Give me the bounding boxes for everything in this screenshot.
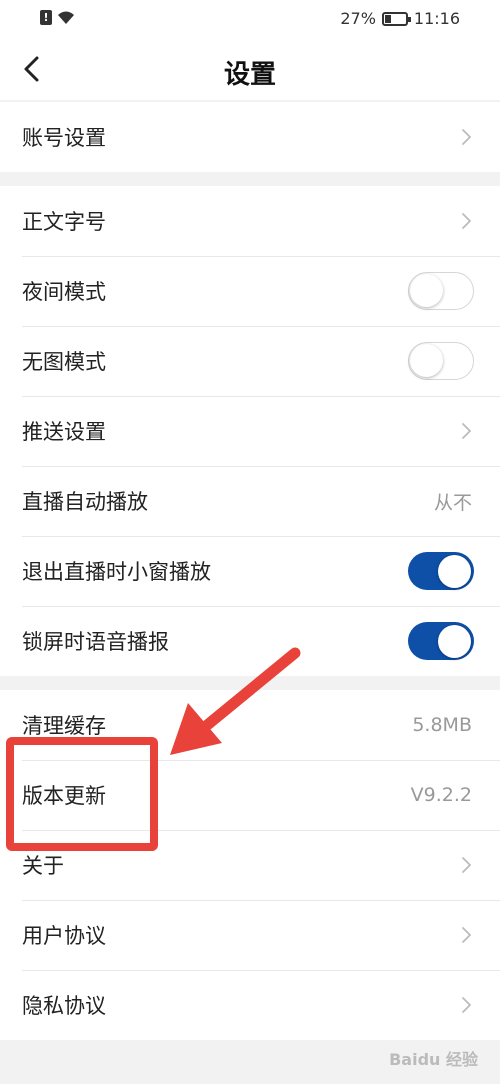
status-left: ! bbox=[40, 10, 76, 25]
settings-group-about: 清理缓存 5.8MB 版本更新 V9.2.2 关于用户协议隐私协议 bbox=[0, 690, 500, 1040]
settings-row-value: 从不 bbox=[433, 491, 472, 514]
chevron-right-icon bbox=[462, 857, 471, 873]
clock: 11:16 bbox=[413, 9, 460, 28]
settings-row-label: 清理缓存 bbox=[22, 714, 106, 738]
settings-row-label: 隐私协议 bbox=[22, 994, 106, 1018]
toggle-switch[interactable] bbox=[408, 622, 474, 660]
toggle-knob bbox=[438, 625, 471, 658]
wifi-icon bbox=[58, 11, 74, 24]
battery-level bbox=[384, 14, 391, 23]
toggle-switch[interactable] bbox=[408, 342, 474, 380]
toggle-knob bbox=[410, 274, 443, 307]
page-title: 设置 bbox=[223, 60, 276, 90]
settings-row-label: 无图模式 bbox=[22, 350, 106, 374]
settings-row-label: 锁屏时语音播报 bbox=[22, 630, 169, 654]
toggle-switch[interactable] bbox=[408, 272, 474, 310]
settings-row-value: V9.2.2 bbox=[410, 784, 472, 806]
toggle-knob bbox=[410, 344, 443, 377]
settings-row[interactable]: 正文字号 bbox=[0, 186, 500, 256]
sim-alert-icon: ! bbox=[40, 10, 52, 25]
settings-row[interactable]: 用户协议 bbox=[0, 900, 500, 970]
settings-group-account: 账号设置 bbox=[0, 102, 500, 172]
settings-row-label: 用户协议 bbox=[22, 924, 106, 948]
settings-row[interactable]: 关于 bbox=[0, 830, 500, 900]
toggle-knob bbox=[438, 555, 471, 588]
chevron-right-icon bbox=[462, 423, 471, 439]
settings-row[interactable]: 隐私协议 bbox=[0, 970, 500, 1040]
chevron-right-icon bbox=[462, 927, 471, 943]
chevron-right-icon bbox=[462, 997, 471, 1013]
chevron-right-icon bbox=[462, 213, 471, 229]
nav-bar: 设置 bbox=[0, 38, 500, 100]
watermark: Baidu 经验 bbox=[389, 1050, 478, 1069]
settings-row[interactable]: 夜间模式 bbox=[0, 256, 500, 326]
settings-row-label: 直播自动播放 bbox=[22, 490, 148, 514]
settings-row[interactable]: 无图模式 bbox=[0, 326, 500, 396]
settings-group-display: 正文字号夜间模式无图模式推送设置直播自动播放 从不退出直播时小窗播放 锁屏时语音播报 bbox=[0, 186, 500, 676]
settings-row-label: 推送设置 bbox=[22, 420, 106, 444]
settings-row[interactable]: 清理缓存 5.8MB bbox=[0, 690, 500, 760]
status-bar: ! 27% 11:16 bbox=[0, 0, 500, 38]
battery-percent: 27% bbox=[340, 9, 376, 28]
settings-row-label: 正文字号 bbox=[22, 210, 106, 234]
toggle-switch[interactable] bbox=[408, 552, 474, 590]
settings-row[interactable]: 直播自动播放 从不 bbox=[0, 466, 500, 536]
settings-row[interactable]: 退出直播时小窗播放 bbox=[0, 536, 500, 606]
settings-row-label: 版本更新 bbox=[22, 784, 106, 808]
settings-row[interactable]: 版本更新 V9.2.2 bbox=[0, 760, 500, 830]
settings-row-label: 账号设置 bbox=[22, 126, 106, 150]
settings-row[interactable]: 账号设置 bbox=[0, 102, 500, 172]
chevron-right-icon bbox=[462, 129, 471, 145]
battery-icon bbox=[381, 11, 411, 26]
settings-row-label: 关于 bbox=[22, 854, 64, 878]
settings-row-label: 夜间模式 bbox=[22, 280, 106, 304]
settings-row[interactable]: 锁屏时语音播报 bbox=[0, 606, 500, 676]
settings-row-value: 5.8MB bbox=[412, 714, 472, 736]
settings-row[interactable]: 推送设置 bbox=[0, 396, 500, 466]
status-right: 27% 11:16 bbox=[340, 9, 460, 28]
settings-row-label: 退出直播时小窗播放 bbox=[22, 560, 211, 584]
